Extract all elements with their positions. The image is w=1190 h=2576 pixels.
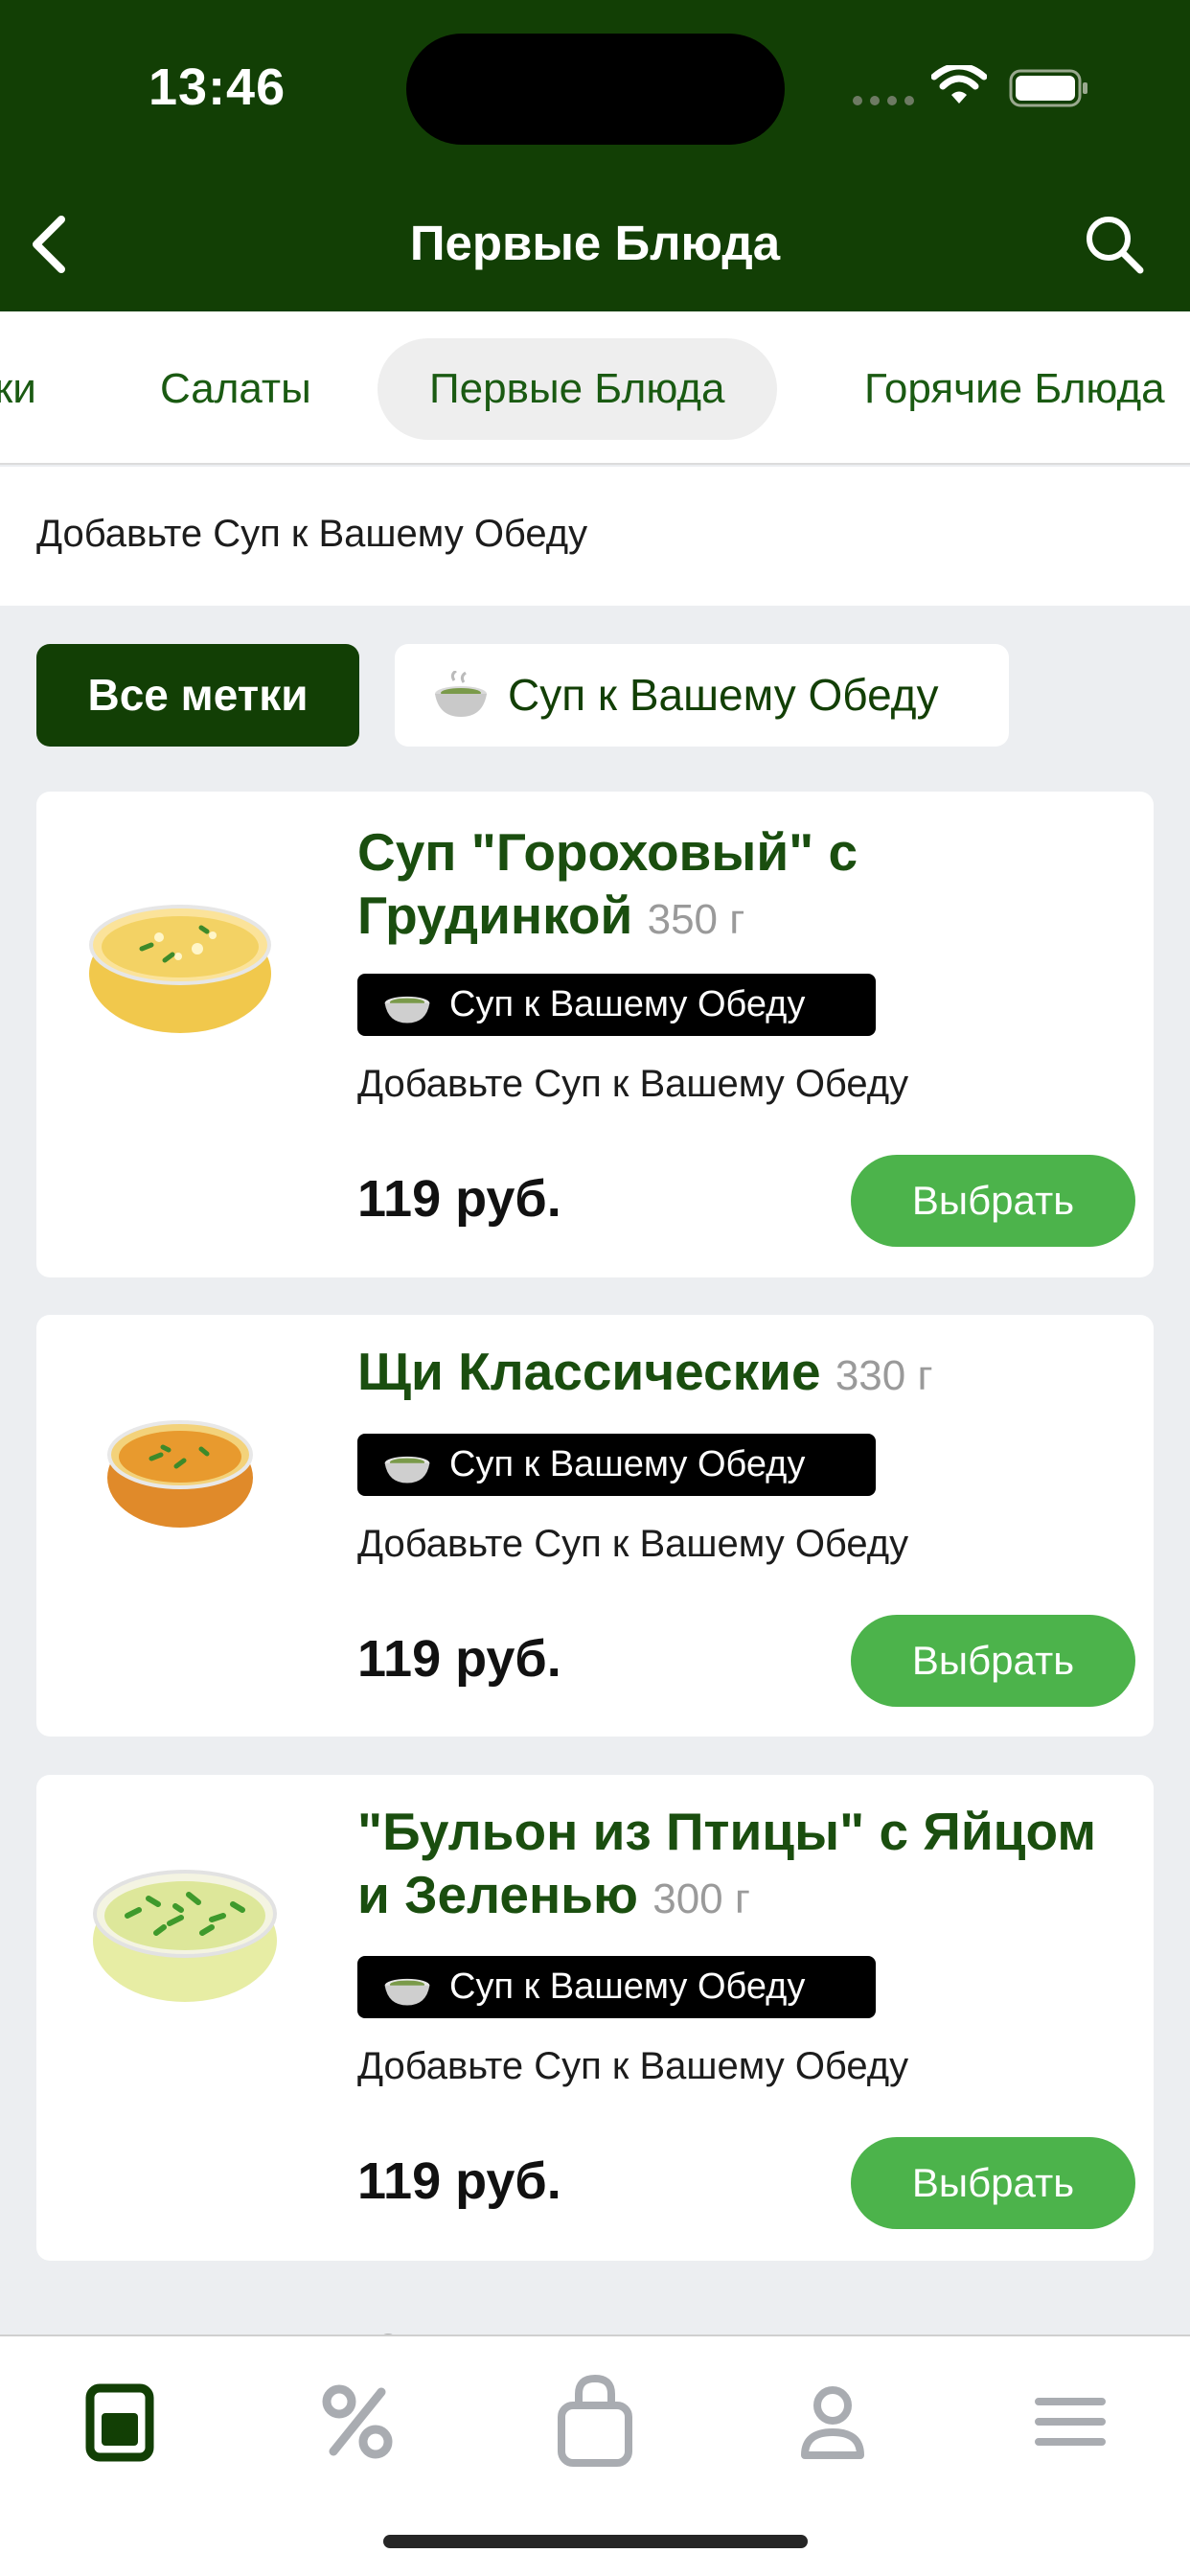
select-button[interactable]: Выбрать (851, 1155, 1135, 1247)
product-weight: 350 г (647, 896, 745, 943)
product-tag-label: Суп к Вашему Обеду (449, 1444, 806, 1484)
product-price: 119 руб. (357, 1170, 561, 1228)
select-button[interactable]: Выбрать (851, 1615, 1135, 1707)
product-title: Суп "Гороховый" с Грудинкой 350 г (357, 820, 1143, 952)
search-icon[interactable] (1081, 211, 1148, 278)
filter-soup-label: Суп к Вашему Обеду (508, 670, 939, 720)
tab-category-partial[interactable]: ки (0, 338, 36, 440)
product-title: "Бульон из Птицы" с Яйцом и Зеленью 300 … (357, 1800, 1143, 1931)
category-tabs: ки Салаты Первые Блюда Горячие Блюда (0, 311, 1190, 465)
soup-bowl-icon (435, 671, 487, 717)
items-count-note: 3 товара в этом разделе (0, 2317, 1190, 2334)
wifi-icon (931, 65, 987, 104)
product-title-text: Щи Классические (357, 1342, 821, 1401)
filter-all-tags[interactable]: Все метки (36, 644, 359, 747)
profile-icon[interactable] (790, 2379, 876, 2465)
soup-bowl-icon (384, 1978, 430, 2006)
shopping-bag-icon[interactable] (552, 2373, 638, 2469)
filter-soup-tag[interactable]: Суп к Вашему Обеду (395, 644, 1009, 747)
broth-soup-image (93, 1870, 277, 2002)
pea-soup-image (89, 905, 271, 1033)
home-indicator (383, 2535, 808, 2548)
product-weight: 330 г (835, 1352, 933, 1399)
product-description: Добавьте Суп к Вашему Обеду (357, 1063, 909, 1105)
product-tag: Суп к Вашему Обеду (357, 1434, 876, 1496)
product-title-text: Суп "Гороховый" с Грудинкой (357, 822, 858, 945)
soup-bowl-icon (384, 996, 430, 1024)
cellular-signal-icon (853, 96, 915, 105)
product-tag-label: Суп к Вашему Обеду (449, 984, 806, 1024)
product-description: Добавьте Суп к Вашему Обеду (357, 2045, 909, 2087)
section-description-text: Добавьте Суп к Вашему Обеду (36, 513, 588, 555)
product-price: 119 руб. (357, 1630, 561, 1688)
tab-first-courses[interactable]: Первые Блюда (378, 338, 777, 440)
product-price: 119 руб. (357, 2152, 561, 2210)
product-card[interactable]: Щи Классические 330 г Суп к Вашему Обеду… (36, 1315, 1154, 1736)
product-tag: Суп к Вашему Обеду (357, 1956, 876, 2018)
menu-book-icon[interactable] (77, 2379, 163, 2465)
tab-salads[interactable]: Салаты (160, 338, 311, 440)
product-tag: Суп к Вашему Обеду (357, 974, 876, 1036)
product-weight: 300 г (652, 1875, 750, 1922)
product-tag-label: Суп к Вашему Обеду (449, 1966, 806, 2007)
battery-icon (1009, 69, 1087, 107)
app-header: 13:46 Первые Блюда (0, 0, 1190, 311)
status-time: 13:46 (149, 58, 286, 116)
product-title: Щи Классические 330 г (357, 1340, 1143, 1408)
hamburger-menu-icon[interactable] (1027, 2379, 1113, 2465)
dynamic-island (406, 34, 785, 145)
page-title: Первые Блюда (409, 216, 781, 270)
product-description: Добавьте Суп к Вашему Обеду (357, 1523, 909, 1565)
product-card[interactable]: Суп "Гороховый" с Грудинкой 350 г Суп к … (36, 792, 1154, 1277)
soup-bowl-icon (384, 1456, 430, 1484)
tab-hot-dishes[interactable]: Горячие Блюда (864, 338, 1165, 440)
shchi-soup-image (107, 1420, 253, 1528)
percent-icon[interactable] (314, 2379, 400, 2465)
product-card[interactable]: "Бульон из Птицы" с Яйцом и Зеленью 300 … (36, 1775, 1154, 2261)
select-button[interactable]: Выбрать (851, 2137, 1135, 2229)
section-description: Добавьте Суп к Вашему Обеду (0, 467, 1190, 606)
